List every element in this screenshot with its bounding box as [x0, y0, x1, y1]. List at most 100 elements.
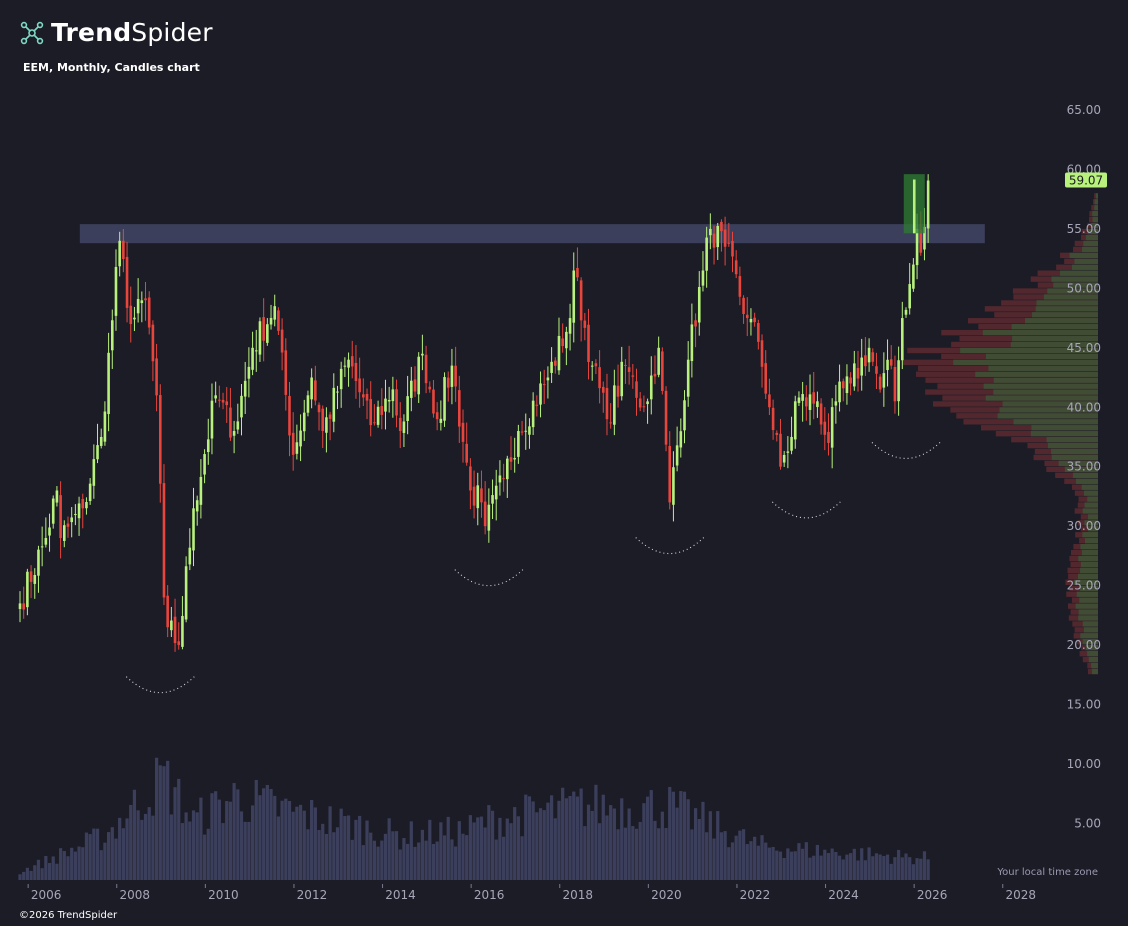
candle-body	[491, 495, 494, 504]
candle-body	[188, 547, 192, 565]
candle-body	[243, 380, 247, 397]
candle-body	[85, 502, 88, 509]
volume-bar	[719, 832, 724, 880]
candle-body	[716, 225, 720, 248]
volume-bar	[143, 813, 148, 880]
candle-body	[801, 394, 804, 401]
volume-bar	[612, 808, 616, 880]
volume-bar	[317, 830, 321, 880]
volume-bar	[616, 829, 620, 880]
volume-bar	[221, 823, 225, 880]
candle-body	[29, 571, 33, 582]
candle-body	[33, 575, 37, 584]
candle-body	[668, 445, 672, 503]
volume-bar	[856, 860, 860, 880]
candle-body	[428, 386, 432, 390]
candle-body	[805, 397, 808, 407]
candle-body	[424, 354, 428, 384]
candle-body	[421, 353, 424, 356]
volume-bar	[446, 816, 450, 880]
volume-bar	[435, 841, 439, 880]
volume-bar	[258, 795, 262, 880]
volume-bar	[107, 832, 111, 880]
candle-body	[723, 229, 727, 247]
volume-bar	[394, 831, 399, 880]
candle-body	[206, 439, 210, 453]
candle-body	[675, 445, 679, 466]
y-tick-label: 55.00	[1067, 222, 1101, 236]
volume-bar	[645, 796, 650, 880]
volume-bar	[335, 827, 340, 880]
candle-body	[387, 399, 391, 402]
volume-bar	[372, 840, 376, 880]
candle-body	[697, 287, 701, 323]
candle-body	[734, 260, 738, 275]
x-tick-label: 2008	[119, 888, 150, 902]
volume-bar	[132, 789, 137, 880]
candle-body	[561, 338, 564, 347]
volume-bar	[465, 835, 469, 880]
profile-bar-up	[1079, 597, 1098, 603]
volume-bar	[118, 817, 122, 880]
volume-bar	[738, 830, 742, 880]
candle-body	[325, 417, 328, 433]
volume-bar	[900, 857, 904, 880]
candle-body	[557, 335, 561, 371]
dotted-arc-annotations	[125, 442, 941, 694]
candle-body	[118, 240, 121, 267]
volume-bar	[180, 823, 185, 880]
candle-body	[181, 615, 184, 647]
volume-bar	[845, 854, 849, 880]
candle-body	[306, 395, 310, 413]
dotted-arc	[454, 569, 524, 587]
candle-body	[830, 407, 834, 448]
volume-bar	[88, 834, 92, 880]
volume-bar	[682, 791, 687, 880]
volume-bar	[398, 849, 402, 880]
volume-bar	[926, 859, 930, 880]
profile-bar-up	[1078, 609, 1098, 615]
candle-body	[195, 500, 199, 512]
volume-bar	[99, 850, 103, 880]
volume-bar	[601, 794, 605, 880]
candle-body	[214, 395, 217, 399]
candle-body	[653, 373, 657, 377]
candle-body	[310, 377, 313, 400]
volume-bar	[553, 818, 557, 880]
candle-body	[410, 380, 413, 398]
volume-bar	[583, 826, 587, 880]
volume-bar	[73, 851, 77, 880]
volume-bar	[154, 757, 159, 880]
volume-bar	[346, 815, 351, 880]
candle-body	[125, 256, 129, 308]
x-tick-label: 2010	[208, 888, 239, 902]
profile-bar-up	[1092, 211, 1098, 217]
copyright: ©2026 TrendSpider	[19, 910, 118, 921]
volume-bar	[310, 799, 314, 880]
candle-body	[288, 395, 291, 436]
candle-body	[151, 324, 155, 362]
volume-bar	[834, 851, 838, 880]
candle-body	[889, 359, 893, 366]
candle-body	[638, 398, 642, 408]
volume-bar	[723, 831, 727, 880]
volume-bar	[668, 786, 672, 880]
profile-bar-up	[1084, 502, 1098, 508]
volume-bar	[306, 829, 310, 880]
y-tick-label: 25.00	[1067, 579, 1101, 593]
candle-body	[793, 401, 797, 440]
volume-bar	[520, 836, 524, 880]
candle-body	[620, 361, 624, 397]
candle-body	[140, 300, 144, 304]
candle-body	[144, 298, 147, 301]
volume-bar	[262, 788, 266, 880]
volume-bar	[44, 855, 48, 880]
price-chart[interactable]: 65.0060.0055.0050.0045.0040.0035.0030.00…	[0, 0, 1128, 926]
candle-body	[376, 406, 380, 425]
candle-body	[350, 356, 354, 367]
volume-bar	[860, 848, 864, 880]
profile-bar-up	[993, 389, 1098, 395]
volume-bar	[129, 804, 133, 880]
candle-body	[22, 603, 25, 610]
volume-bar	[140, 819, 144, 880]
